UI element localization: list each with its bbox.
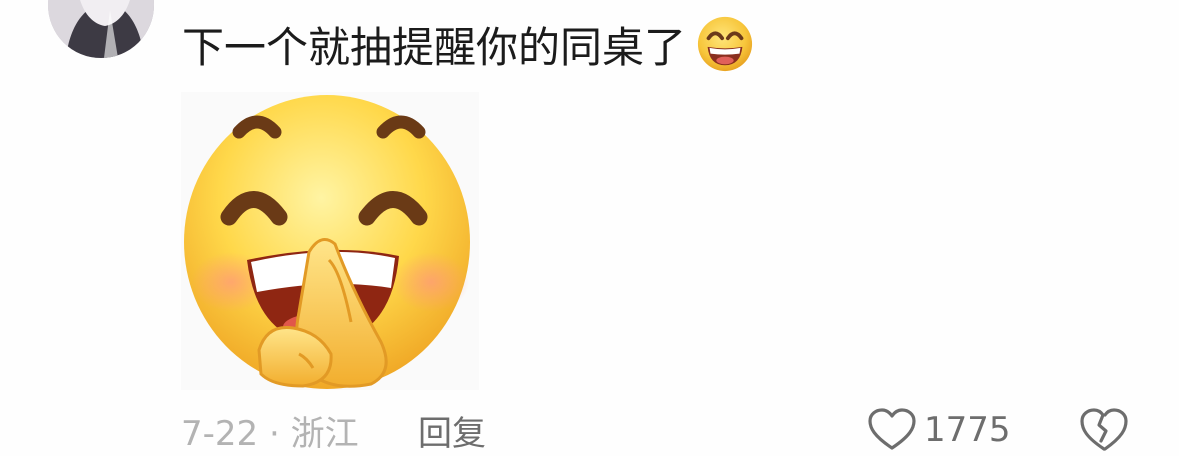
reply-button[interactable]: 回复	[418, 404, 486, 456]
emoji-sticker-image[interactable]	[181, 92, 479, 390]
avatar[interactable]	[48, 0, 154, 58]
grinning-face-emoji-icon	[697, 16, 753, 72]
broken-heart-icon	[1080, 408, 1128, 451]
like-count: 1775	[924, 410, 1011, 450]
avatar-image	[48, 0, 154, 58]
comment-body: 下一个就抽提醒你的同桌了	[182, 22, 687, 72]
dislike-button[interactable]	[1079, 404, 1129, 456]
heart-outline-icon	[868, 408, 916, 450]
like-button[interactable]: 1775	[868, 404, 1011, 456]
smiling-face-rubbing-hands-sticker-icon	[184, 95, 470, 389]
comment-meta: 7-22 · 浙江	[181, 404, 359, 456]
date-location: 7-22 · 浙江	[181, 413, 359, 454]
comment-text: 下一个就抽提醒你的同桌了	[182, 12, 754, 76]
reply-label: 回复	[418, 413, 486, 454]
